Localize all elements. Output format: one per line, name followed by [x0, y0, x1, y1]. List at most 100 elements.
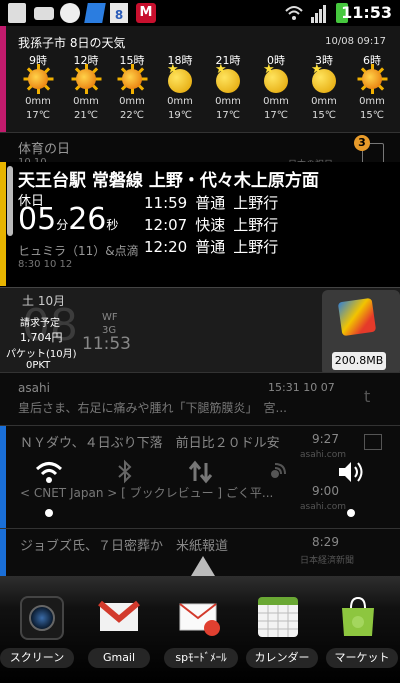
sun-icon: [117, 64, 148, 94]
weather-title: 我孫子市 8日の天気: [18, 36, 126, 50]
twitter-icon: t: [364, 387, 371, 406]
sound-toggle[interactable]: [336, 459, 366, 519]
scroll-indicator: [7, 166, 13, 236]
weather-hour: 0時 ★ 0mm 17℃: [258, 52, 298, 132]
train-widget[interactable]: 天王台駅 常磐線 上野・代々木上原方面 休日 05分26秒 ヒュミラ（11）&点…: [0, 162, 400, 286]
departure-dest: 上野行: [233, 194, 279, 212]
dock-label-market[interactable]: マーケット: [326, 648, 398, 668]
mcafee-icon: M: [136, 3, 156, 23]
departure-time: 11:59: [144, 194, 188, 212]
wifi-toggle[interactable]: [34, 459, 64, 519]
weather-hour-precip: 0mm: [25, 96, 51, 107]
countdown: 05分26秒: [18, 202, 118, 237]
memory-icon: [337, 297, 377, 337]
calendar-badge: 3: [354, 135, 370, 151]
weather-hour: 15時 0mm 22℃: [114, 52, 154, 132]
departure-row: 12:07 快速 上野行: [144, 214, 278, 235]
signal-icon: [310, 3, 328, 23]
blue-notification-icon: [84, 3, 106, 23]
screen-app-icon[interactable]: [20, 596, 64, 640]
dock-label-screen[interactable]: スクリーン: [0, 648, 74, 668]
weather-hour-precip: 0mm: [311, 96, 337, 107]
sun-icon: [23, 64, 54, 94]
status-time: 11:53: [341, 3, 392, 22]
news-headline: ジョブズ氏、７日密葬か 米紙報道: [20, 539, 229, 554]
bluetooth-toggle[interactable]: [110, 459, 140, 519]
weather-hour: 3時 ★ 0mm 15℃: [306, 52, 346, 132]
min-unit: 分: [56, 218, 69, 232]
weather-hour-precip: 0mm: [167, 96, 193, 107]
dock-label-calendar[interactable]: カレンダー: [246, 648, 318, 668]
moon-icon: ★: [311, 62, 339, 94]
departure-row: 12:20 普通 上野行: [144, 236, 278, 257]
gmail-icon[interactable]: [98, 597, 140, 637]
holiday-title: 体育の日: [18, 142, 71, 157]
market-icon[interactable]: [338, 596, 378, 638]
weather-hour-temp: 22℃: [120, 110, 144, 121]
departure-dest: 上野行: [233, 216, 279, 234]
status-bar: 8 M 11:53: [0, 0, 400, 26]
news-time: 8:29: [312, 535, 339, 549]
quick-toggles: [0, 455, 400, 519]
network-type: WF: [102, 312, 118, 323]
spmode-mail-icon[interactable]: [178, 598, 222, 638]
weather-hour-temp: 17℃: [26, 110, 50, 121]
departure-type: 普通: [195, 194, 226, 212]
weather-hour-temp: 15℃: [360, 110, 384, 121]
weather-hour: 6時 0mm 15℃: [354, 52, 394, 132]
sun-icon: [71, 64, 102, 94]
news-list-icon: [364, 434, 382, 450]
departure-type: 普通: [195, 238, 226, 256]
train-station: 天王台駅 常磐線 上野・代々木上原方面: [18, 171, 319, 191]
weather-hour-temp: 17℃: [216, 110, 240, 121]
weather-hour-temp: 21℃: [74, 110, 98, 121]
badge-number: 8: [114, 8, 124, 22]
news-time: 9:27: [312, 432, 339, 446]
news-timestamp: 15:31 10 07: [268, 381, 335, 394]
weather-hour-precip: 0mm: [359, 96, 385, 107]
countdown-sec: 26: [68, 202, 107, 237]
weather-hour-temp: 19℃: [168, 110, 192, 121]
camera-notification-icon: [34, 7, 54, 20]
weather-hour: 18時 ★ 0mm 19℃: [162, 52, 202, 132]
packet-value: 0PKT: [26, 360, 51, 371]
packet-label: パケット(10月): [6, 349, 77, 360]
weather-hour: 12時 0mm 21℃: [68, 52, 108, 132]
memory-widget[interactable]: 200.8MB: [322, 290, 400, 373]
clock-widget[interactable]: 08 土 10月 請求予定 1,704円 パケット(10月) 0PKT WF 3…: [0, 287, 400, 373]
news-site: 日本経済新聞: [300, 556, 355, 566]
app-drawer-handle[interactable]: [191, 556, 215, 576]
moon-icon: ★: [167, 62, 195, 94]
badge-notification-icon: 8: [110, 3, 128, 23]
weather-widget[interactable]: 我孫子市 8日の天気 10/08 09:17 9時 0mm 17℃ 12時 0mm 21℃…: [0, 26, 400, 132]
dock-label-gmail[interactable]: Gmail: [88, 648, 150, 668]
data-sync-toggle[interactable]: [186, 459, 216, 519]
news-source: asahi: [18, 381, 50, 395]
weather-hour-precip: 0mm: [73, 96, 99, 107]
train-sub2: 8:30 10 12: [18, 259, 73, 270]
moon-icon: ★: [215, 62, 243, 94]
sound-toggle-indicator: [347, 509, 355, 517]
departure-dest: 上野行: [233, 238, 279, 256]
news-headline: ＮＹダウ、４日ぶり下落 前日比２０ドル安: [20, 436, 280, 451]
wifi-icon: [284, 3, 304, 23]
sec-unit: 秒: [106, 218, 119, 232]
weather-hour-temp: 15℃: [312, 110, 336, 121]
departure-row: 11:59 普通 上野行: [144, 192, 278, 213]
clock-date: 土 10月: [22, 294, 66, 308]
news-headline: 皇后さま、右足に痛みや腫れ「下腿筋膜炎」 宮...: [18, 401, 287, 415]
sun-icon: [357, 64, 388, 94]
departure-time: 12:20: [144, 238, 188, 256]
weather-hour-precip: 0mm: [263, 96, 289, 107]
billing-label: 請求予定: [20, 318, 60, 329]
weather-hour: 9時 0mm 17℃: [20, 52, 60, 132]
news-item-asahi[interactable]: asahi 15:31 10 07 皇后さま、右足に痛みや腫れ「下腿筋膜炎」 宮…: [0, 372, 400, 425]
memory-value: 200.8MB: [332, 352, 386, 370]
dock-label-spmode[interactable]: spﾓｰﾄﾞﾒｰﾙ: [164, 648, 238, 668]
wifi-toggle-indicator: [45, 509, 53, 517]
weather-hour: 21時 ★ 0mm 17℃: [210, 52, 250, 132]
moon-icon: ★: [263, 62, 291, 94]
gps-toggle[interactable]: [262, 459, 292, 519]
calendar-app-icon[interactable]: [258, 597, 298, 637]
weather-updated: 10/08 09:17: [325, 36, 386, 47]
